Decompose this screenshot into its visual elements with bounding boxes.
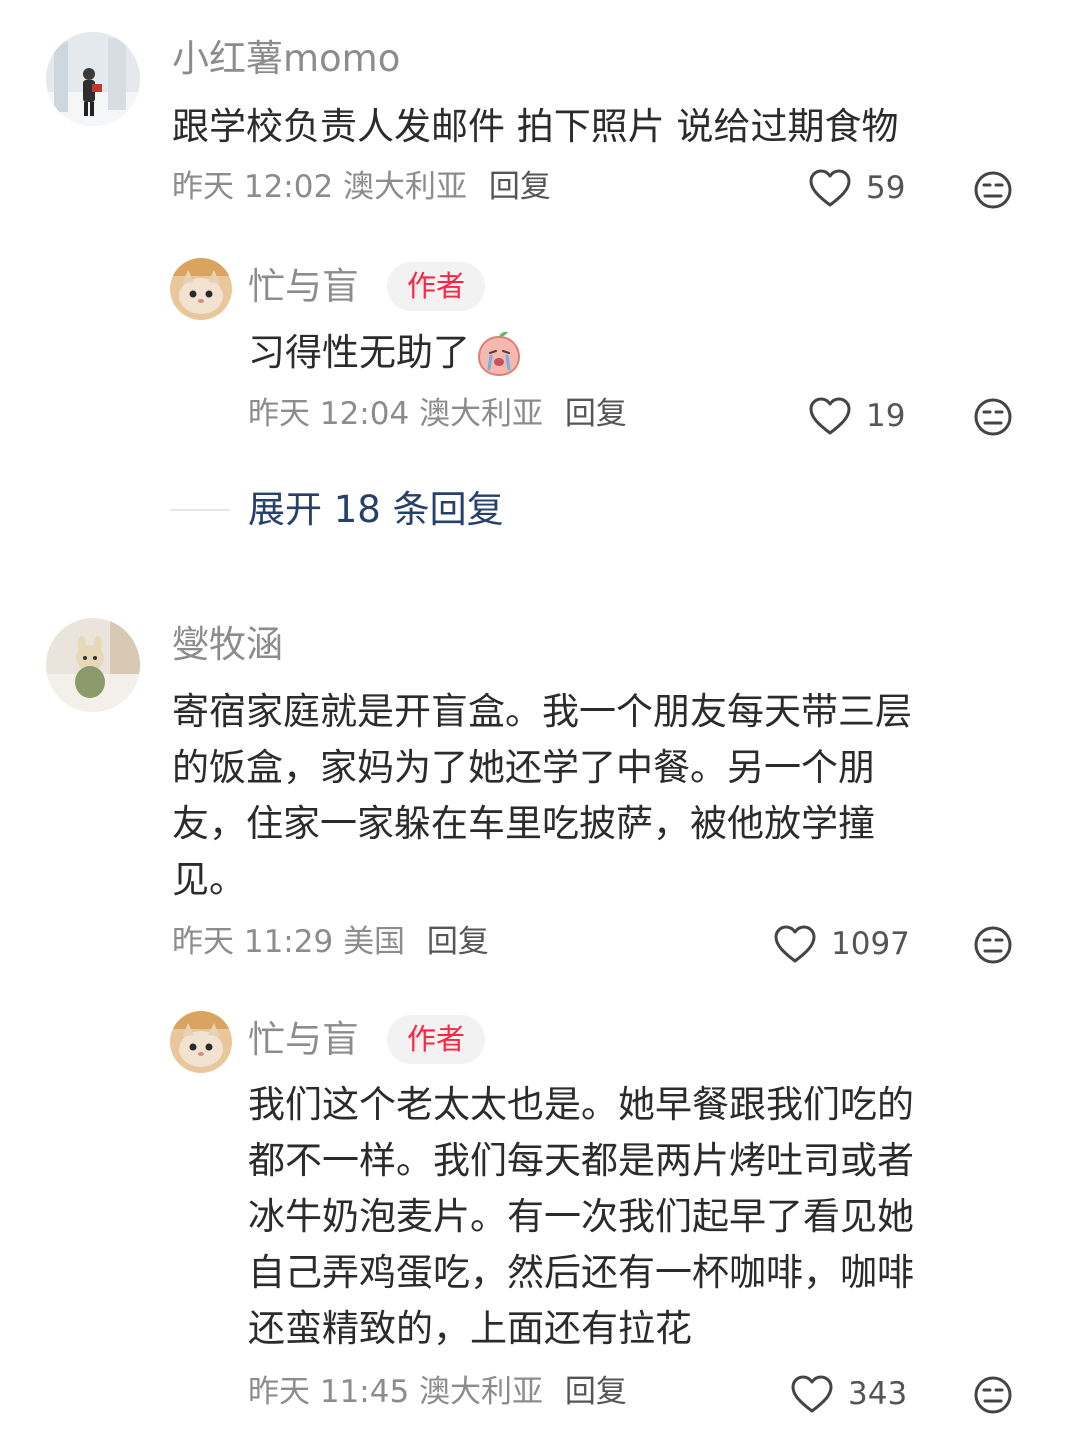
reply-location: 澳大利亚 bbox=[419, 1374, 544, 1410]
heart-outline-icon bbox=[809, 169, 851, 207]
heart-outline-icon bbox=[774, 925, 816, 963]
reply-button[interactable]: 回复 bbox=[427, 924, 489, 960]
like-count: 1097 bbox=[831, 925, 910, 962]
reply-text-line: 还蛮精致的，上面还有拉花 bbox=[248, 1307, 692, 1350]
like-count: 19 bbox=[866, 397, 906, 434]
comment-username[interactable]: 小红薯momo bbox=[172, 40, 400, 77]
avatar[interactable] bbox=[46, 618, 140, 712]
neutral-face-icon bbox=[974, 398, 1012, 436]
comment-location: 美国 bbox=[343, 924, 406, 960]
reply-button[interactable]: 回复 bbox=[489, 169, 551, 205]
reply-username[interactable]: 忙与盲 bbox=[248, 1021, 359, 1058]
reply-text-line: 冰牛奶泡麦片。有一次我们起早了看见她 bbox=[248, 1195, 914, 1238]
reply-username[interactable]: 忙与盲 bbox=[248, 268, 359, 305]
reply-time: 昨天 11:45 bbox=[248, 1374, 410, 1410]
neutral-face-icon bbox=[974, 1376, 1012, 1414]
avatar-cat-photo bbox=[170, 258, 232, 320]
like-button[interactable]: 343 bbox=[790, 1374, 907, 1414]
heart-outline-icon bbox=[809, 397, 851, 435]
author-badge: 作者 bbox=[387, 1015, 486, 1064]
dislike-button[interactable] bbox=[973, 170, 1013, 210]
like-count: 343 bbox=[848, 1375, 908, 1412]
author-badge: 作者 bbox=[387, 262, 486, 311]
avatar[interactable] bbox=[46, 32, 140, 126]
comment-text-line: 寄宿家庭就是开盲盒。我一个朋友每天带三层 bbox=[172, 690, 912, 733]
reply-text-line: 我们这个老太太也是。她早餐跟我们吃的 bbox=[248, 1083, 914, 1126]
comment-time: 昨天 12:02 bbox=[172, 169, 334, 205]
like-button[interactable]: 19 bbox=[808, 396, 905, 436]
avatar-snow-photo bbox=[46, 32, 140, 126]
neutral-face-icon bbox=[974, 171, 1012, 209]
reply-time: 昨天 12:04 bbox=[248, 396, 410, 432]
reply-meta: 昨天 12:04 澳大利亚 回复 bbox=[248, 399, 627, 430]
reply-text: 我们这个老太太也是。她早餐跟我们吃的 都不一样。我们每天都是两片烤吐司或者 冰牛… bbox=[248, 1077, 1048, 1357]
reply-button[interactable]: 回复 bbox=[565, 1374, 627, 1410]
reply-location: 澳大利亚 bbox=[419, 396, 544, 432]
comment-time: 昨天 11:29 bbox=[172, 924, 334, 960]
like-button[interactable]: 1097 bbox=[773, 924, 910, 964]
comment-username[interactable]: 燮牧涵 bbox=[172, 626, 283, 663]
reply-button[interactable]: 回复 bbox=[565, 396, 627, 432]
avatar[interactable] bbox=[170, 1011, 232, 1073]
reply-text: 习得性无助了 bbox=[248, 325, 524, 381]
avatar-cat-photo bbox=[170, 1011, 232, 1073]
comment-location: 澳大利亚 bbox=[343, 169, 468, 205]
comment-meta: 昨天 11:29 美国 回复 bbox=[172, 927, 489, 958]
reply-text-line: 自己弄鸡蛋吃，然后还有一杯咖啡，咖啡 bbox=[248, 1251, 914, 1294]
dislike-button[interactable] bbox=[973, 397, 1013, 437]
expand-divider bbox=[170, 509, 230, 511]
heart-outline-icon bbox=[791, 1375, 833, 1413]
comment-text-line: 见。 bbox=[172, 858, 246, 901]
comment-meta: 昨天 12:02 澳大利亚 回复 bbox=[172, 172, 551, 203]
avatar-plush-photo bbox=[46, 618, 140, 712]
dislike-button[interactable] bbox=[973, 925, 1013, 965]
comment-text: 寄宿家庭就是开盲盒。我一个朋友每天带三层 的饭盒，家妈为了她还学了中餐。另一个朋… bbox=[172, 684, 1032, 908]
comment-text-line: 友，住家一家躲在车里吃披萨，被他放学撞 bbox=[172, 802, 875, 845]
crying-peach-emoji-icon bbox=[477, 331, 521, 377]
avatar[interactable] bbox=[170, 258, 232, 320]
expand-replies-button[interactable]: 展开 18 条回复 bbox=[248, 491, 504, 528]
comment-text-line: 的饭盒，家妈为了她还学了中餐。另一个朋 bbox=[172, 746, 875, 789]
dislike-button[interactable] bbox=[973, 1375, 1013, 1415]
reply-text-content: 习得性无助了 bbox=[248, 331, 470, 374]
reply-meta: 昨天 11:45 澳大利亚 回复 bbox=[248, 1377, 627, 1408]
neutral-face-icon bbox=[974, 926, 1012, 964]
reply-text-line: 都不一样。我们每天都是两片烤吐司或者 bbox=[248, 1139, 914, 1182]
like-count: 59 bbox=[866, 169, 906, 206]
like-button[interactable]: 59 bbox=[808, 168, 905, 208]
comment-text: 跟学校负责人发邮件 拍下照片 说给过期食物 bbox=[172, 105, 899, 148]
